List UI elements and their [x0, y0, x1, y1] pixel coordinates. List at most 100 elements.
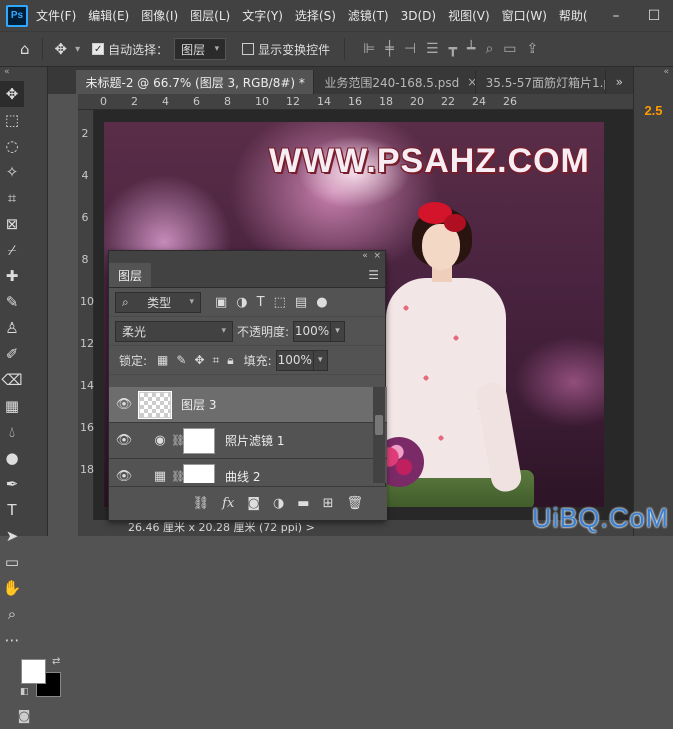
collapse-icon[interactable]: «	[634, 67, 673, 77]
tab-layers[interactable]: 图层	[109, 263, 152, 287]
collapse-icon[interactable]: «	[362, 251, 368, 261]
smart-object-filter-icon[interactable]: ▤	[295, 295, 307, 310]
lock-pixels-icon[interactable]: ✎	[176, 353, 186, 368]
align-left-icon[interactable]: ⊫	[363, 41, 375, 57]
add-mask-icon[interactable]: ◙	[247, 496, 260, 511]
maximize-button[interactable]: ☐	[635, 8, 673, 24]
blur-tool-icon[interactable]: 💧︎	[0, 419, 24, 445]
workspace-icon[interactable]: ▭	[503, 41, 516, 57]
menu-edit[interactable]: 编辑(E)	[88, 7, 129, 24]
align-top-icon[interactable]: ☰	[426, 41, 439, 57]
layers-scrollbar[interactable]	[373, 387, 385, 483]
align-right-icon[interactable]: ⊣	[404, 41, 416, 57]
trash-icon[interactable]: 🗑︎	[346, 496, 363, 511]
more-tools-icon[interactable]: ⋯	[0, 627, 24, 653]
show-transform-checkbox[interactable]	[242, 43, 255, 55]
home-icon[interactable]: ⌂	[20, 40, 30, 58]
filter-kind-dropdown[interactable]: ⌕ 类型 ▾	[115, 291, 201, 313]
fill-slider-toggle[interactable]: ▾	[313, 349, 328, 371]
align-middle-icon[interactable]: ┳	[449, 41, 457, 57]
layer-name[interactable]: 曲线 2	[225, 468, 260, 483]
lock-all-icon[interactable]: 🔒︎	[227, 353, 233, 368]
new-group-icon[interactable]: ▬	[297, 496, 309, 511]
curves-icon[interactable]: ▦	[149, 469, 171, 483]
search-icon[interactable]: ⌕	[485, 41, 493, 57]
menu-type[interactable]: 文字(Y)	[242, 7, 283, 24]
lock-position-icon[interactable]: ✥	[194, 353, 204, 368]
menu-file[interactable]: 文件(F)	[36, 7, 76, 24]
lock-artboard-icon[interactable]: ⌗	[213, 353, 220, 368]
pixel-filter-icon[interactable]: ▣	[215, 295, 227, 310]
layer-mask-thumbnail[interactable]	[183, 427, 215, 454]
shape-filter-icon[interactable]: ⬚	[274, 295, 286, 310]
distribute-icon[interactable]: ┷	[467, 41, 475, 57]
adjustment-layer-icon[interactable]: ◑	[273, 496, 284, 511]
type-filter-icon[interactable]: T	[257, 295, 265, 310]
visibility-eye-icon[interactable]: 👁︎	[109, 469, 139, 483]
layer-row[interactable]: 👁︎ ▦ ⛓ 曲线 2	[109, 459, 387, 483]
chevron-down-icon[interactable]: ▾	[75, 44, 80, 55]
hand-tool-icon[interactable]: ✋	[0, 575, 24, 601]
quick-mask-icon[interactable]: ◙	[0, 703, 48, 729]
close-icon[interactable]: ×	[373, 251, 381, 261]
blend-mode-dropdown[interactable]: 柔光 ▾	[115, 320, 233, 342]
layer-name[interactable]: 照片滤镜 1	[225, 432, 284, 449]
rectangle-tool-icon[interactable]: ▭	[0, 549, 24, 575]
new-layer-icon[interactable]: ⊞	[323, 496, 334, 511]
lasso-tool-icon[interactable]: ◌	[0, 133, 24, 159]
photo-filter-icon[interactable]: ◉	[149, 433, 171, 448]
visibility-eye-icon[interactable]: 👁︎	[109, 397, 139, 412]
fx-icon[interactable]: fx	[222, 496, 234, 511]
stamp-tool-icon[interactable]: ♙	[0, 315, 24, 341]
layer-thumbnail[interactable]	[138, 390, 172, 419]
pen-tool-icon[interactable]: ✒	[0, 471, 24, 497]
align-center-icon[interactable]: ╪	[385, 41, 393, 57]
close-icon[interactable]: ×	[467, 75, 474, 89]
menu-select[interactable]: 选择(S)	[295, 7, 336, 24]
menu-3d[interactable]: 3D(D)	[401, 9, 436, 23]
type-tool-icon[interactable]: T	[0, 497, 24, 523]
tab-untitled-2[interactable]: 未标题-2 @ 66.7% (图层 3, RGB/8#) *×	[75, 70, 315, 94]
frame-tool-icon[interactable]: ⊠	[0, 211, 24, 237]
layer-row[interactable]: 👁︎ 图层 3	[109, 387, 387, 423]
default-colors-icon[interactable]: ◧	[20, 687, 29, 697]
dodge-tool-icon[interactable]: ●	[0, 445, 24, 471]
lock-transparency-icon[interactable]: ▦	[157, 353, 168, 368]
filter-toggle-icon[interactable]: ●	[316, 295, 327, 310]
layer-row[interactable]: 👁︎ ◉ ⛓ 照片滤镜 1	[109, 423, 387, 459]
swap-colors-icon[interactable]: ⇄	[52, 656, 60, 667]
history-brush-icon[interactable]: ✐	[0, 341, 24, 367]
menu-layer[interactable]: 图层(L)	[190, 7, 230, 24]
minimize-button[interactable]: –	[597, 8, 635, 24]
marquee-tool-icon[interactable]: ⬚	[0, 107, 24, 133]
foreground-color[interactable]	[21, 659, 46, 684]
tab-lightbox[interactable]: 35.5-57面筋灯箱片1.p	[475, 70, 606, 94]
menu-image[interactable]: 图像(I)	[141, 7, 178, 24]
menu-help[interactable]: 帮助(	[559, 7, 588, 24]
link-icon[interactable]: ⛓	[171, 470, 185, 483]
move-tool-icon[interactable]: ✥	[55, 40, 68, 58]
menu-filter[interactable]: 滤镜(T)	[348, 7, 389, 24]
healing-brush-icon[interactable]: ✚	[0, 263, 24, 289]
crop-tool-icon[interactable]: ⌗	[0, 185, 24, 211]
link-layers-icon[interactable]: ⛓	[193, 496, 210, 511]
version-badge[interactable]: 2.5	[634, 103, 673, 118]
panel-menu-icon[interactable]: ☰	[368, 268, 379, 282]
menu-window[interactable]: 窗口(W)	[502, 7, 547, 24]
layer-mask-thumbnail[interactable]	[183, 463, 215, 483]
auto-select-checkbox[interactable]: ✓	[92, 43, 105, 55]
eraser-icon[interactable]: ⌫	[0, 367, 24, 393]
zoom-tool-icon[interactable]: ⌕	[0, 601, 24, 627]
collapse-icon[interactable]: «	[0, 67, 47, 81]
scrollbar-thumb[interactable]	[375, 415, 383, 435]
layer-name[interactable]: 图层 3	[181, 396, 216, 413]
opacity-input[interactable]: 100%	[293, 320, 332, 342]
menu-view[interactable]: 视图(V)	[448, 7, 490, 24]
gradient-tool-icon[interactable]: ▦	[0, 393, 24, 419]
adjustment-filter-icon[interactable]: ◑	[236, 295, 247, 310]
auto-select-dropdown[interactable]: 图层 ▾	[174, 38, 227, 60]
magic-wand-icon[interactable]: ✧	[0, 159, 24, 185]
link-icon[interactable]: ⛓	[171, 434, 185, 447]
visibility-eye-icon[interactable]: 👁︎	[109, 433, 139, 448]
share-icon[interactable]: ⇪	[527, 41, 539, 57]
